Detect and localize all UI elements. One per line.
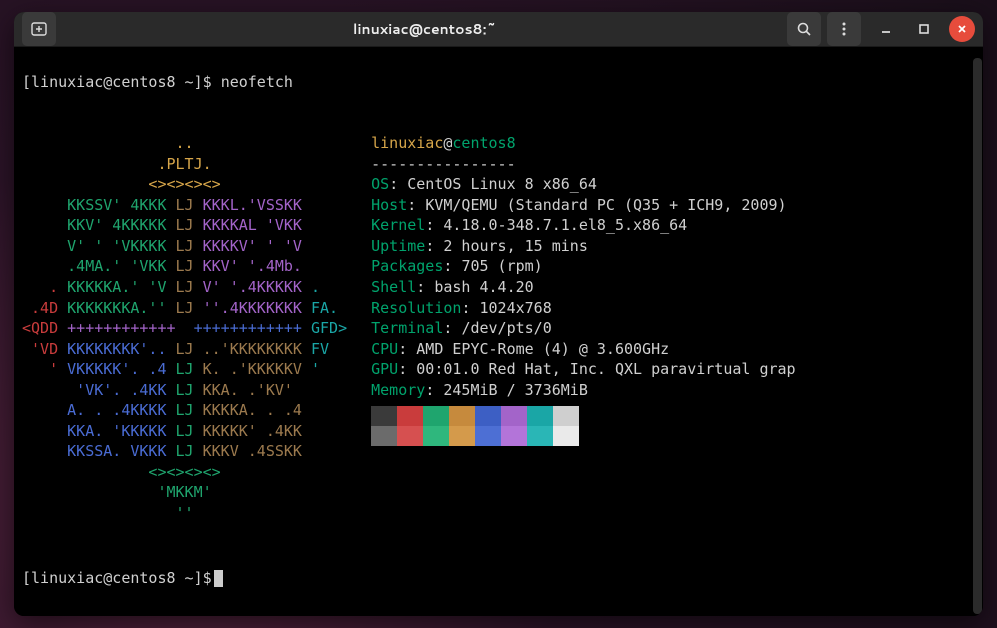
maximize-icon bbox=[918, 23, 930, 35]
prompt-line-1: [linuxiac@centos8 ~]$ neofetch bbox=[22, 72, 975, 93]
terminal-output[interactable]: [linuxiac@centos8 ~]$ neofetch .. .PLTJ.… bbox=[14, 47, 983, 616]
label-cpu: CPU bbox=[371, 340, 398, 358]
color-swatch-15 bbox=[553, 426, 579, 446]
ascii-logo: .. .PLTJ. <><><><> KKSSV' 4KKK LJ KKKL.'… bbox=[22, 113, 347, 524]
value-kernel: 4.18.0-348.7.1.el8_5.x86_64 bbox=[443, 216, 687, 234]
info-host: centos8 bbox=[452, 134, 515, 152]
value-cpu: AMD EPYC-Rome (4) @ 3.600GHz bbox=[416, 340, 669, 358]
label-kernel: Kernel bbox=[371, 216, 425, 234]
color-swatch-3 bbox=[449, 406, 475, 426]
minimize-icon bbox=[880, 23, 892, 35]
scrollbar[interactable] bbox=[973, 58, 982, 614]
command-text: neofetch bbox=[221, 73, 293, 91]
label-terminal: Terminal bbox=[371, 319, 443, 337]
label-packages: Packages bbox=[371, 257, 443, 275]
label-uptime: Uptime bbox=[371, 237, 425, 255]
neofetch-row: .. .PLTJ. <><><><> KKSSV' 4KKK LJ KKKL.'… bbox=[22, 113, 975, 524]
value-uptime: 2 hours, 15 mins bbox=[443, 237, 588, 255]
menu-button[interactable] bbox=[827, 12, 861, 46]
color-swatch-11 bbox=[449, 426, 475, 446]
prompt-line-2: [linuxiac@centos8 ~]$ bbox=[22, 568, 975, 589]
new-tab-icon bbox=[31, 21, 47, 37]
label-host: Host bbox=[371, 196, 407, 214]
color-swatch-6 bbox=[527, 406, 553, 426]
value-terminal: /dev/pts/0 bbox=[461, 319, 551, 337]
color-swatch-8 bbox=[371, 426, 397, 446]
color-swatch-12 bbox=[475, 426, 501, 446]
close-button[interactable] bbox=[949, 16, 975, 42]
label-shell: Shell bbox=[371, 278, 416, 296]
maximize-button[interactable] bbox=[911, 16, 937, 42]
value-memory: 245MiB / 3736MiB bbox=[443, 381, 588, 399]
info-sep: ---------------- bbox=[371, 155, 516, 173]
color-swatch-7 bbox=[553, 406, 579, 426]
prompt-text-2: [linuxiac@centos8 ~]$ bbox=[22, 569, 212, 587]
system-info: linuxiac@centos8 ---------------- OS: Ce… bbox=[371, 113, 795, 467]
color-swatch-0 bbox=[371, 406, 397, 426]
color-swatch-9 bbox=[397, 426, 423, 446]
value-os: CentOS Linux 8 x86_64 bbox=[407, 175, 597, 193]
color-palette-row1 bbox=[371, 406, 795, 426]
label-resolution: Resolution bbox=[371, 299, 461, 317]
info-user: linuxiac bbox=[371, 134, 443, 152]
color-swatch-10 bbox=[423, 426, 449, 446]
value-resolution: 1024x768 bbox=[480, 299, 552, 317]
window-title: linuxiac@centos8:~ bbox=[62, 19, 787, 39]
minimize-button[interactable] bbox=[873, 16, 899, 42]
value-host: KVM/QEMU (Standard PC (Q35 + ICH9, 2009) bbox=[425, 196, 786, 214]
color-swatch-1 bbox=[397, 406, 423, 426]
search-icon bbox=[796, 21, 812, 37]
color-palette-row2 bbox=[371, 426, 795, 446]
value-packages: 705 (rpm) bbox=[461, 257, 542, 275]
kebab-menu-icon bbox=[836, 21, 852, 37]
color-swatch-14 bbox=[527, 426, 553, 446]
color-swatch-13 bbox=[501, 426, 527, 446]
label-memory: Memory bbox=[371, 381, 425, 399]
color-swatch-5 bbox=[501, 406, 527, 426]
close-icon bbox=[956, 23, 968, 35]
value-gpu: 00:01.0 Red Hat, Inc. QXL paravirtual gr… bbox=[416, 360, 795, 378]
color-swatch-4 bbox=[475, 406, 501, 426]
label-os: OS bbox=[371, 175, 389, 193]
label-gpu: GPU bbox=[371, 360, 398, 378]
terminal-window: linuxiac@centos8:~ [linuxiac@centos8 ~]$… bbox=[14, 12, 983, 616]
color-swatch-2 bbox=[423, 406, 449, 426]
value-shell: bash 4.4.20 bbox=[434, 278, 533, 296]
titlebar: linuxiac@centos8:~ bbox=[14, 12, 983, 47]
search-button[interactable] bbox=[787, 12, 821, 46]
prompt-text: [linuxiac@centos8 ~]$ bbox=[22, 73, 212, 91]
new-tab-button[interactable] bbox=[22, 12, 56, 46]
cursor-icon bbox=[214, 570, 223, 587]
